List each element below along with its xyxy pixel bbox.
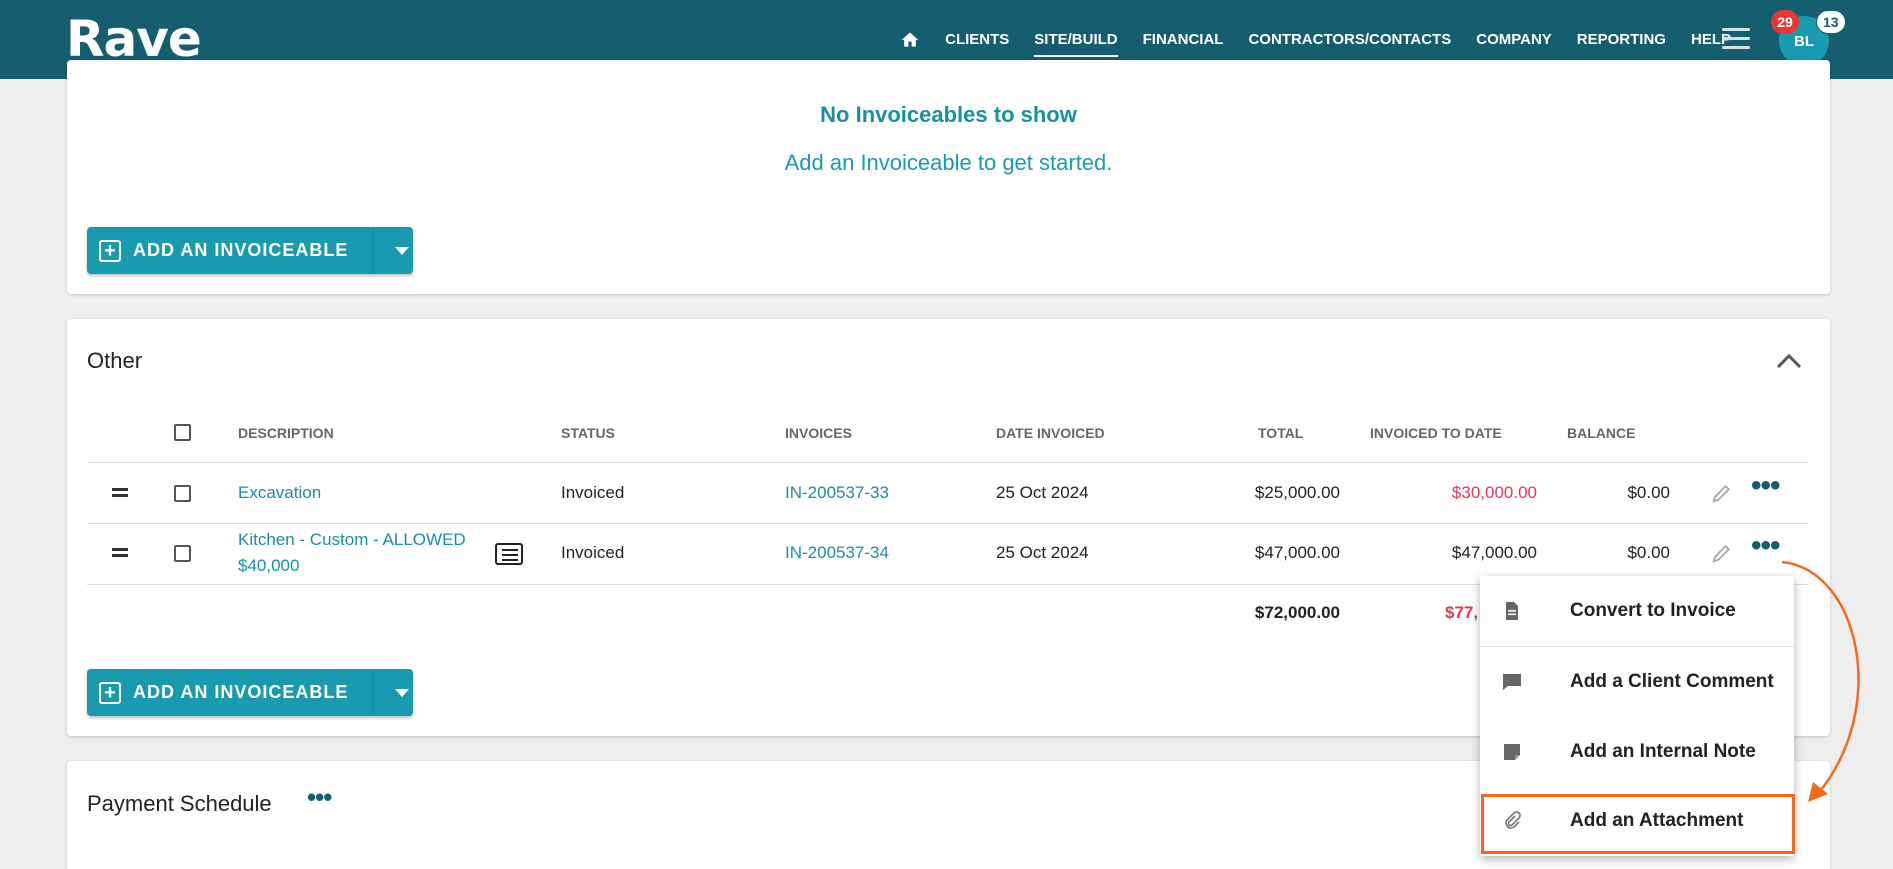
col-invoices[interactable]: INVOICES: [785, 425, 852, 441]
add-invoiceable-label: ADD AN INVOICEABLE: [133, 240, 349, 260]
add-invoiceable-button[interactable]: + ADD AN INVOICEABLE: [87, 669, 413, 716]
plus-box-icon: +: [99, 681, 121, 704]
row-status: Invoiced: [561, 483, 625, 502]
more-options-icon[interactable]: •••: [1751, 531, 1780, 561]
add-invoiceable-label: ADD AN INVOICEABLE: [133, 682, 349, 702]
annotation-arrow-icon: [1781, 560, 1860, 802]
notification-badge-red[interactable]: 29: [1771, 10, 1799, 34]
dropdown-caret-icon[interactable]: [373, 227, 431, 274]
comment-icon: [1503, 674, 1521, 690]
menu-item-label: Add a Client Comment: [1570, 671, 1774, 692]
menu-item-label: Add an Internal Note: [1570, 741, 1756, 762]
hamburger-menu-icon[interactable]: [1722, 28, 1750, 50]
row-total: $47,000.00: [1254, 543, 1340, 562]
more-options-icon[interactable]: •••: [307, 784, 332, 810]
row-date: 25 Oct 2024: [996, 483, 1089, 502]
more-options-icon[interactable]: •••: [1751, 471, 1780, 501]
row-description-line1[interactable]: Kitchen - Custom - ALLOWED: [238, 530, 466, 550]
chevron-up-icon[interactable]: [1776, 353, 1802, 369]
col-date-invoiced[interactable]: DATE INVOICED: [996, 425, 1105, 441]
row-description-line2[interactable]: $40,000: [238, 556, 299, 576]
pencil-edit-icon[interactable]: [1711, 482, 1733, 504]
col-status[interactable]: STATUS: [561, 425, 615, 441]
total-sum: $72,000.00: [1254, 603, 1340, 622]
document-icon: [1506, 602, 1518, 620]
pencil-edit-icon[interactable]: [1711, 542, 1733, 564]
section-title-other: Other: [87, 348, 143, 373]
add-invoiceable-button[interactable]: + ADD AN INVOICEABLE: [87, 227, 413, 274]
note-icon: [1504, 744, 1520, 760]
col-balance[interactable]: BALANCE: [1567, 425, 1635, 441]
row-invoice-link[interactable]: IN-200537-34: [785, 543, 889, 563]
row-balance: $0.00: [1627, 543, 1670, 562]
divider: [87, 523, 1809, 524]
row-date: 25 Oct 2024: [996, 543, 1089, 562]
invoiced-to-date-sum: $77,: [1445, 603, 1479, 622]
col-description[interactable]: DESCRIPTION: [238, 425, 334, 441]
section-title-payment-schedule: Payment Schedule: [87, 791, 272, 816]
row-status: Invoiced: [561, 543, 625, 562]
menu-item-add-internal-note[interactable]: Add an Internal Note: [1480, 717, 1794, 787]
empty-state-title: No Invoiceables to show: [820, 102, 1077, 127]
annotation-highlight-box: [1481, 794, 1795, 854]
menu-item-add-client-comment[interactable]: Add a Client Comment: [1480, 647, 1794, 717]
drag-handle-icon[interactable]: [112, 548, 128, 557]
row-checkbox[interactable]: [174, 485, 191, 502]
drag-handle-icon[interactable]: [112, 488, 128, 497]
row-balance: $0.00: [1627, 483, 1670, 502]
list-details-icon[interactable]: [495, 543, 523, 565]
invoiceables-card: No Invoiceables to show Add an Invoiceab…: [67, 60, 1830, 294]
menu-item-label: Convert to Invoice: [1570, 600, 1736, 621]
dropdown-caret-icon[interactable]: [373, 669, 431, 716]
row-invoice-link[interactable]: IN-200537-33: [785, 483, 889, 503]
col-total[interactable]: TOTAL: [1258, 425, 1303, 441]
row-total: $25,000.00: [1254, 483, 1340, 502]
col-invoiced-to-date[interactable]: INVOICED TO DATE: [1370, 425, 1502, 441]
divider: [87, 462, 1809, 463]
row-description[interactable]: Excavation: [238, 483, 321, 503]
notification-badge-white[interactable]: 13: [1816, 10, 1846, 34]
menu-item-convert-to-invoice[interactable]: Convert to Invoice: [1480, 576, 1794, 646]
empty-state-subtitle: Add an Invoiceable to get started.: [784, 150, 1113, 175]
row-invoiced-to-date: $30,000.00: [1451, 483, 1537, 502]
row-invoiced-to-date: $47,000.00: [1451, 543, 1537, 562]
select-all-checkbox[interactable]: [174, 424, 191, 441]
row-checkbox[interactable]: [174, 545, 191, 562]
plus-box-icon: +: [99, 239, 121, 262]
